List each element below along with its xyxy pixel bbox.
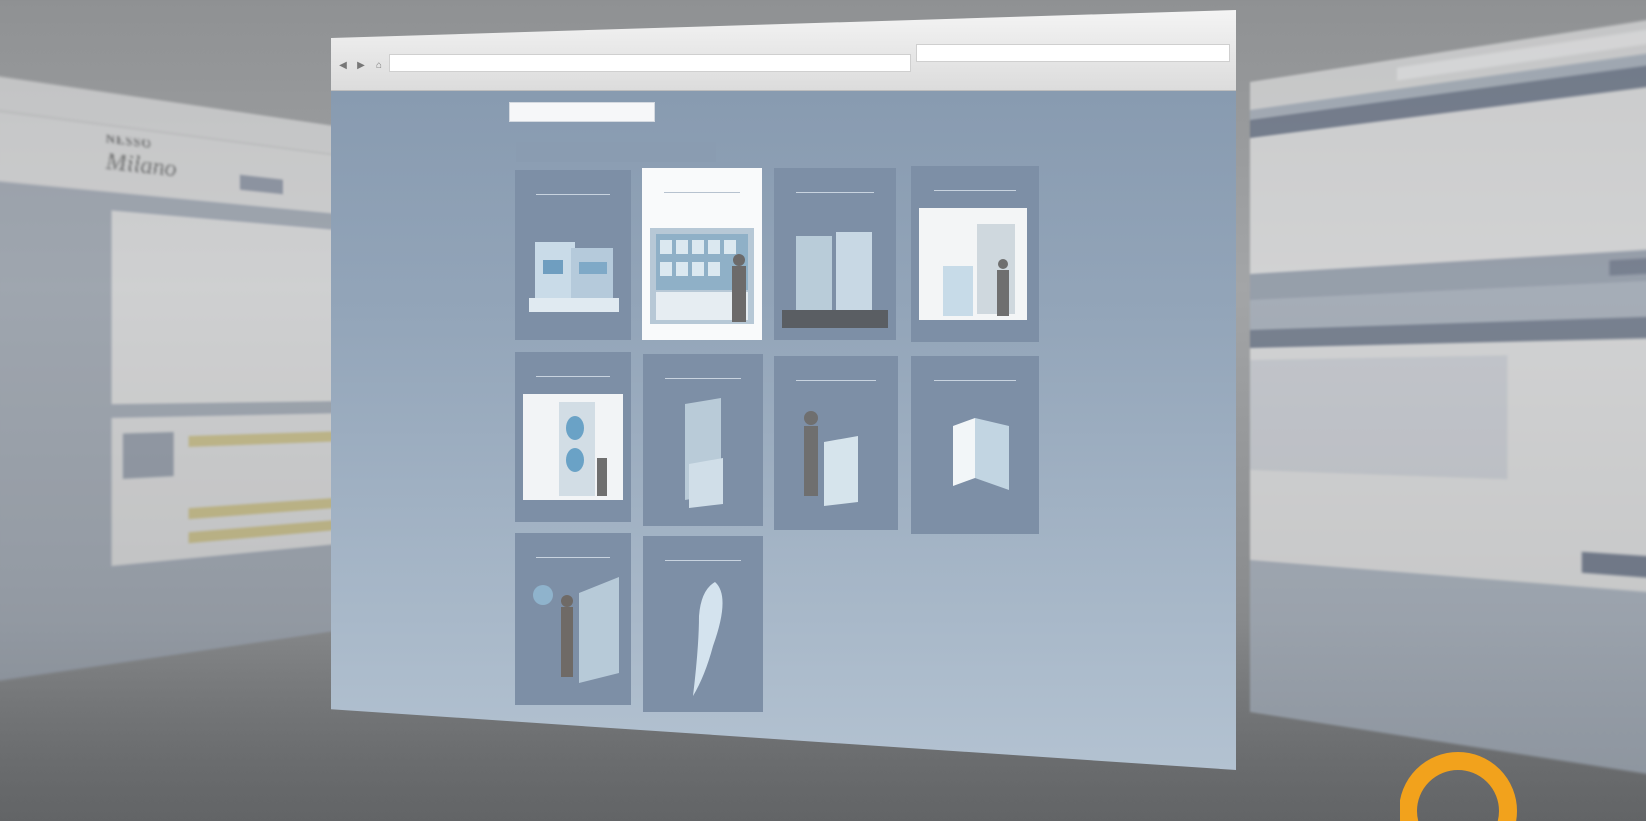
nav-buttons: ◀ ▶ ⌂ bbox=[337, 60, 385, 72]
progress-bar bbox=[188, 431, 344, 447]
progress-bar bbox=[188, 519, 344, 544]
product-image-display-icon bbox=[533, 577, 619, 683]
product-image-podium-icon bbox=[804, 411, 858, 506]
header-button[interactable] bbox=[239, 174, 283, 195]
product-image-panel-icon bbox=[685, 398, 723, 508]
browser-chrome: ◀ ▶ ⌂ bbox=[331, 10, 1236, 91]
product-image-flag-icon bbox=[693, 582, 723, 696]
summary-box bbox=[1250, 355, 1508, 480]
product-tile[interactable] bbox=[643, 354, 763, 526]
panel-button[interactable] bbox=[1609, 257, 1646, 276]
product-thumbnail bbox=[122, 432, 174, 479]
progress-bar bbox=[188, 497, 344, 520]
product-image-counter-icon bbox=[529, 242, 619, 312]
product-tile[interactable] bbox=[911, 166, 1039, 342]
product-tile[interactable] bbox=[515, 533, 631, 705]
background-window-right bbox=[1250, 12, 1646, 782]
browser-search-bar[interactable] bbox=[916, 44, 1230, 62]
product-image-booth-icon bbox=[919, 208, 1027, 320]
back-arrow-icon[interactable]: ◀ bbox=[337, 60, 349, 72]
panel-band bbox=[1250, 248, 1646, 300]
product-tile[interactable] bbox=[515, 170, 631, 340]
brand-circle-icon bbox=[1400, 752, 1517, 821]
page-body bbox=[0, 179, 348, 684]
continue-button[interactable] bbox=[1581, 551, 1646, 579]
forward-arrow-icon[interactable]: ▶ bbox=[355, 60, 367, 72]
cart-card bbox=[111, 413, 348, 567]
product-tile[interactable] bbox=[911, 356, 1039, 534]
summary-panel bbox=[1250, 315, 1646, 595]
address-bar[interactable] bbox=[389, 54, 911, 72]
background-window-left: NESSO Milano bbox=[0, 74, 348, 684]
product-image-banners-icon bbox=[782, 232, 888, 328]
product-image-corner-booth-icon bbox=[523, 394, 623, 500]
home-icon[interactable]: ⌂ bbox=[373, 60, 385, 72]
product-tile-selected[interactable] bbox=[642, 168, 762, 340]
product-tile[interactable] bbox=[774, 168, 896, 340]
product-image-wall-panel-icon bbox=[650, 228, 754, 324]
main-browser-window: ◀ ▶ ⌂ bbox=[331, 10, 1236, 770]
intro-card bbox=[111, 210, 348, 405]
product-tile[interactable] bbox=[643, 536, 763, 712]
product-tile[interactable] bbox=[515, 352, 631, 522]
search-field[interactable] bbox=[509, 102, 655, 122]
logo: NESSO Milano bbox=[106, 132, 177, 183]
product-tile[interactable] bbox=[774, 356, 898, 530]
product-image-cube-icon bbox=[953, 418, 1009, 490]
page-content bbox=[331, 90, 1236, 770]
panel-header bbox=[1250, 315, 1646, 348]
category-tab[interactable] bbox=[516, 142, 716, 162]
